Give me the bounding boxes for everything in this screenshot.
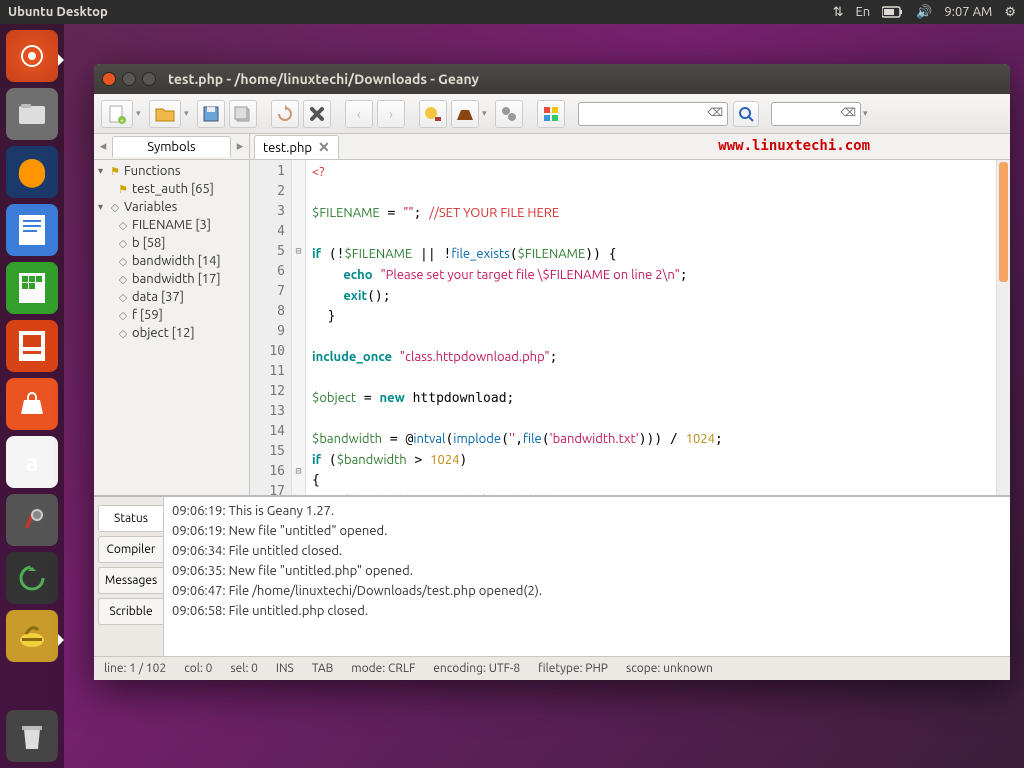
desktop-title: Ubuntu Desktop <box>8 5 108 19</box>
sidebar-next-tab[interactable]: ▸ <box>231 139 249 154</box>
new-file-button[interactable]: + <box>101 100 133 128</box>
sidebar-prev-tab[interactable]: ◂ <box>94 139 112 154</box>
fold-gutter[interactable]: ⊟⊟⊟ <box>292 160 306 495</box>
nav-forward-button[interactable]: › <box>377 100 405 128</box>
window-maximize-button[interactable] <box>142 72 156 86</box>
sound-icon[interactable]: 🔊 <box>916 5 932 20</box>
top-panel: Ubuntu Desktop ⇅ En 🔊 9:07 AM ⚙ <box>0 0 1024 24</box>
status-mode: mode: CRLF <box>351 662 415 675</box>
battery-icon[interactable] <box>882 6 904 18</box>
file-tab[interactable]: test.php ✕ <box>254 135 339 159</box>
status-bar: line: 1 / 102 col: 0 sel: 0 INS TAB mode… <box>94 656 1010 680</box>
calc-icon[interactable] <box>6 262 58 314</box>
toolbar: + ▾ ▾ ‹ › ▾ ⌫ ⌫ ▾ <box>94 94 1010 134</box>
svg-text:+: + <box>120 117 124 124</box>
launcher-arrow-icon <box>58 634 64 646</box>
search-input[interactable]: ⌫ <box>578 102 728 126</box>
window-minimize-button[interactable] <box>122 72 136 86</box>
tree-item[interactable]: ◇data [37] <box>94 288 249 306</box>
tree-item[interactable]: ◇bandwidth [14] <box>94 252 249 270</box>
files-icon[interactable] <box>6 88 58 140</box>
network-icon[interactable]: ⇅ <box>833 5 844 20</box>
new-dropdown[interactable]: ▾ <box>136 108 146 119</box>
status-encoding: encoding: UTF-8 <box>433 662 520 675</box>
status-sel: sel: 0 <box>230 662 257 675</box>
compile-button[interactable] <box>419 100 447 128</box>
status-col: col: 0 <box>184 662 212 675</box>
status-messages[interactable]: 09:06:19: This is Geany 1.27. 09:06:19: … <box>164 497 1010 656</box>
tree-item[interactable]: ◇b [58] <box>94 234 249 252</box>
software-center-icon[interactable] <box>6 378 58 430</box>
sidebar-tab-symbols[interactable]: Symbols <box>112 136 231 157</box>
status-filetype: filetype: PHP <box>538 662 608 675</box>
open-file-button[interactable] <box>149 100 181 128</box>
status-line: line: 1 / 102 <box>104 662 166 675</box>
tree-item[interactable]: ◇f [59] <box>94 306 249 324</box>
search-button[interactable] <box>733 101 759 127</box>
geany-icon[interactable] <box>6 610 58 662</box>
gear-icon[interactable]: ⚙ <box>1004 5 1016 20</box>
writer-icon[interactable] <box>6 204 58 256</box>
goto-dropdown[interactable]: ▾ <box>863 108 873 119</box>
clear-search-icon[interactable]: ⌫ <box>707 106 723 119</box>
tree-group-functions[interactable]: ▾⚑Functions <box>94 162 249 180</box>
nav-back-button[interactable]: ‹ <box>345 100 373 128</box>
impress-icon[interactable] <box>6 320 58 372</box>
message-panel: Status Compiler Messages Scribble 09:06:… <box>94 496 1010 656</box>
file-tab-label: test.php <box>263 141 312 155</box>
code-editor[interactable]: <? $FILENAME = ""; //SET YOUR FILE HERE … <box>306 160 996 495</box>
line-gutter: 12345678910111213141516171819202122 <box>250 160 292 495</box>
tab-compiler[interactable]: Compiler <box>98 536 163 563</box>
tree-group-variables[interactable]: ▾◇Variables <box>94 198 249 216</box>
tree-item[interactable]: ◇bandwidth [17] <box>94 270 249 288</box>
tab-scribble[interactable]: Scribble <box>98 598 163 625</box>
clock[interactable]: 9:07 AM <box>944 5 992 19</box>
close-tab-icon[interactable]: ✕ <box>318 139 330 156</box>
clear-goto-icon[interactable]: ⌫ <box>840 106 856 119</box>
editor-area: test.php ✕ www.linuxtechi.com 1234567891… <box>250 134 1010 495</box>
settings-icon[interactable] <box>6 494 58 546</box>
save-button[interactable] <box>197 100 225 128</box>
tab-messages[interactable]: Messages <box>98 567 163 594</box>
titlebar[interactable]: test.php - /home/linuxtechi/Downloads - … <box>94 64 1010 94</box>
tab-status[interactable]: Status <box>98 505 163 532</box>
close-file-button[interactable] <box>303 100 331 128</box>
sidebar: ◂ Symbols ▸ ▾⚑Functions ⚑test_auth [65] … <box>94 134 250 495</box>
keyboard-indicator[interactable]: En <box>856 5 871 19</box>
tree-item[interactable]: ◇object [12] <box>94 324 249 342</box>
color-chooser-button[interactable] <box>537 100 565 128</box>
goto-line-input[interactable]: ⌫ <box>771 102 861 126</box>
editor-scrollbar[interactable] <box>996 160 1010 495</box>
software-updater-icon[interactable] <box>6 552 58 604</box>
tree-item[interactable]: ◇FILENAME [3] <box>94 216 249 234</box>
amazon-icon[interactable]: a <box>6 436 58 488</box>
status-ins: INS <box>276 662 294 675</box>
build-button[interactable] <box>451 100 479 128</box>
firefox-icon[interactable] <box>6 146 58 198</box>
save-all-button[interactable] <box>229 100 257 128</box>
launcher-arrow-icon <box>58 54 64 66</box>
build-dropdown[interactable]: ▾ <box>482 108 492 119</box>
status-tab: TAB <box>312 662 333 675</box>
execute-button[interactable] <box>495 100 523 128</box>
watermark: www.linuxtechi.com <box>718 138 870 154</box>
status-scope: scope: unknown <box>626 662 713 675</box>
geany-window: test.php - /home/linuxtechi/Downloads - … <box>94 64 1010 680</box>
open-dropdown[interactable]: ▾ <box>184 108 194 119</box>
window-close-button[interactable] <box>102 72 116 86</box>
tree-item[interactable]: ⚑test_auth [65] <box>94 180 249 198</box>
reload-button[interactable] <box>271 100 299 128</box>
unity-launcher: a <box>0 24 64 768</box>
dash-icon[interactable] <box>6 30 58 82</box>
window-title: test.php - /home/linuxtechi/Downloads - … <box>168 71 479 87</box>
trash-icon[interactable] <box>6 710 58 762</box>
symbols-tree[interactable]: ▾⚑Functions ⚑test_auth [65] ▾◇Variables … <box>94 160 249 495</box>
